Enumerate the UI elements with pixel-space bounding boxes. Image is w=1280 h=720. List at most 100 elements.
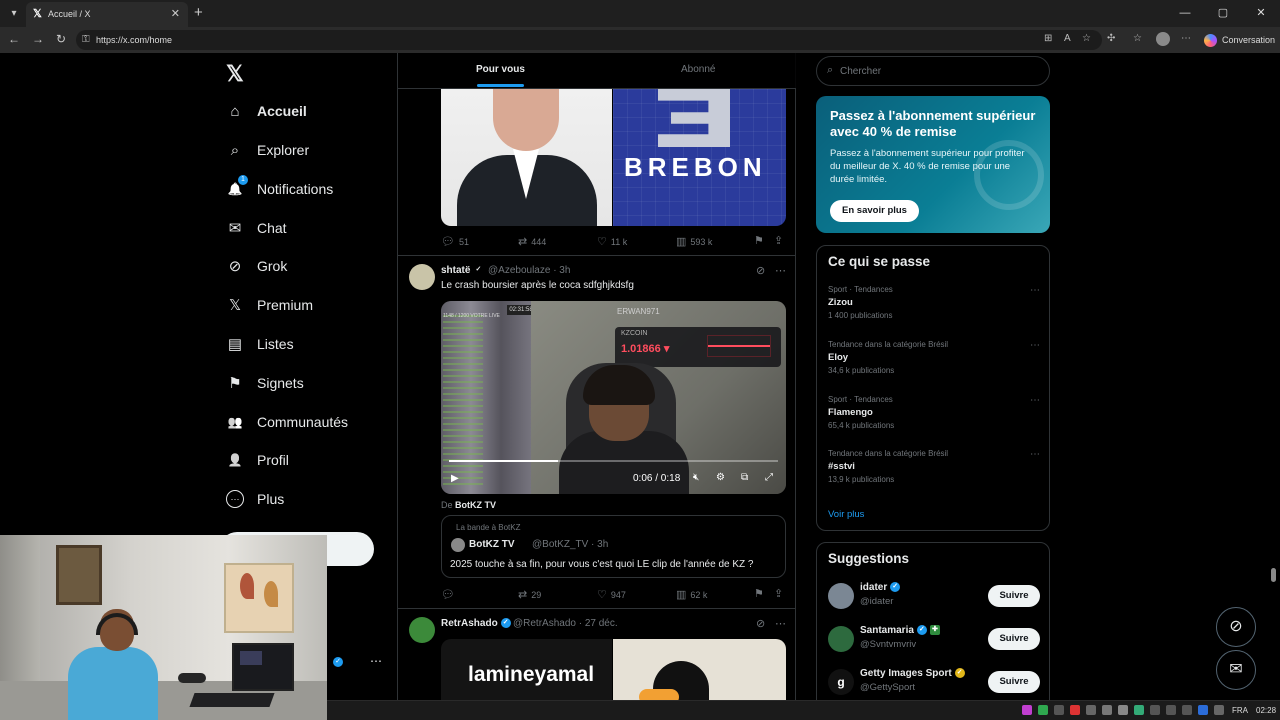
- favorite-star-icon[interactable]: ☆: [1082, 33, 1091, 44]
- grok-fab-icon[interactable]: ⊘: [1216, 607, 1256, 647]
- bookmark-icon[interactable]: ⚑: [754, 234, 764, 247]
- settings-icon[interactable]: ⚙: [716, 472, 725, 483]
- nav-item-profil[interactable]: 👤 Profil: [226, 445, 406, 475]
- nav-item-communautes[interactable]: 👥 Communautés: [226, 407, 406, 437]
- tab-abonne[interactable]: Abonné: [681, 64, 715, 75]
- follow-button[interactable]: Suivre: [988, 628, 1040, 650]
- browser-menu-icon[interactable]: ⋯: [1181, 33, 1191, 44]
- share-icon[interactable]: ⇪: [774, 587, 783, 600]
- trend-item[interactable]: Sport · Tendances Zizou 1 400 publications…: [828, 285, 1040, 320]
- maximize-button[interactable]: ▢: [1204, 0, 1242, 27]
- tab-pour-vous[interactable]: Pour vous: [476, 64, 525, 75]
- account-switcher[interactable]: ✓ ⋯: [330, 654, 390, 674]
- nav-item-accueil[interactable]: ⌂ Accueil: [226, 96, 406, 126]
- pip-icon[interactable]: ⧉: [741, 472, 748, 483]
- nav-item-plus[interactable]: ⋯ Plus: [226, 484, 406, 514]
- trend-item[interactable]: Tendance dans la catégorie Brésil Eloy 34,…: [828, 340, 1040, 375]
- app-icon[interactable]: ⊞: [1044, 33, 1052, 44]
- fullscreen-icon[interactable]: ⤢: [765, 472, 773, 483]
- profile-avatar[interactable]: [1156, 32, 1170, 46]
- post-image-cartoon[interactable]: [613, 639, 786, 700]
- reply-button[interactable]: 💬︎: [441, 588, 459, 601]
- grok-explain-icon[interactable]: ⊘: [756, 264, 765, 277]
- trend-item[interactable]: Sport · Tendances Flamengo 65,4 k publicat…: [828, 395, 1040, 430]
- tray-app-icon[interactable]: [1054, 705, 1064, 715]
- author-handle[interactable]: @Azeboulaze · 3h: [488, 265, 570, 276]
- video-progress-bar[interactable]: [449, 460, 778, 462]
- search-box[interactable]: ⌕ Chercher: [816, 56, 1050, 86]
- video-player[interactable]: 1148 / 1200 VOTRE LIVE 02:31:58 ERWAN971…: [441, 301, 786, 494]
- network-icon[interactable]: [1214, 705, 1224, 715]
- like-button[interactable]: ♡ 947: [597, 588, 626, 601]
- x-logo-icon[interactable]: 𝕏: [226, 61, 244, 87]
- nav-item-signets[interactable]: ⚑ Signets: [226, 368, 406, 398]
- reply-button[interactable]: 💬︎ 51: [441, 235, 469, 248]
- account-more-icon[interactable]: ⋯: [370, 654, 382, 668]
- repost-button[interactable]: ⇄ 29: [518, 588, 541, 601]
- follow-button[interactable]: Suivre: [988, 585, 1040, 607]
- tray-app-icon[interactable]: [1102, 705, 1112, 715]
- post-image-portrait[interactable]: [441, 89, 612, 226]
- nav-item-premium[interactable]: 𝕏 Premium: [226, 290, 406, 320]
- tray-app-icon[interactable]: [1182, 705, 1192, 715]
- tray-app-icon[interactable]: [1134, 705, 1144, 715]
- scrollbar-thumb[interactable]: [1271, 568, 1276, 582]
- read-aloud-icon[interactable]: A: [1064, 33, 1071, 44]
- tray-app-icon[interactable]: [1038, 705, 1048, 715]
- post-image-brand[interactable]: BREBON: [613, 89, 786, 226]
- quoted-post[interactable]: La bande à BotKZ BotKZ TV @BotKZ_TV · 3h…: [441, 515, 786, 578]
- mute-icon[interactable]: 🔇︎: [693, 472, 699, 483]
- url-field[interactable]: ⚿ https://x.com/home: [76, 30, 1102, 50]
- browser-tab[interactable]: 𝕏 Accueil / X ✕: [26, 2, 188, 27]
- author-handle[interactable]: @RetrAshado · 27 déc.: [513, 618, 618, 629]
- reload-icon[interactable]: ↻: [56, 32, 66, 46]
- suggestion-item[interactable]: idater ✓ @idater Suivre: [828, 581, 1040, 611]
- post-image-text[interactable]: lamineyamal: [441, 639, 612, 700]
- messages-fab-icon[interactable]: ✉: [1216, 650, 1256, 690]
- close-window-button[interactable]: ✕: [1242, 0, 1280, 27]
- author-name[interactable]: RetrAshado ✓: [441, 618, 511, 629]
- bluetooth-icon[interactable]: [1198, 705, 1208, 715]
- post-more-icon[interactable]: ⋯: [775, 617, 786, 630]
- trend-more-icon[interactable]: ⋯: [1030, 395, 1040, 406]
- views-button[interactable]: ▥ 62 k: [676, 588, 707, 601]
- trend-more-icon[interactable]: ⋯: [1030, 285, 1040, 296]
- avatar[interactable]: [409, 617, 435, 643]
- grok-explain-icon[interactable]: ⊘: [756, 617, 765, 630]
- author-name[interactable]: shtatë ✓: [441, 265, 483, 276]
- nav-item-explorer[interactable]: ⌕ Explorer: [226, 135, 406, 165]
- microphone-icon[interactable]: [1118, 705, 1128, 715]
- back-icon[interactable]: ←: [8, 32, 20, 46]
- nav-item-notifications[interactable]: 🔔 1 Notifications: [226, 174, 406, 204]
- extensions-icon[interactable]: ✣: [1107, 33, 1115, 44]
- nav-item-listes[interactable]: ▤ Listes: [226, 329, 406, 359]
- close-tab-icon[interactable]: ✕: [171, 7, 180, 20]
- see-more-link[interactable]: Voir plus: [828, 509, 864, 520]
- tray-app-icon[interactable]: [1166, 705, 1176, 715]
- source-attribution[interactable]: De BotKZ TV: [441, 500, 496, 510]
- copilot-conversation-button[interactable]: Conversation: [1200, 31, 1280, 49]
- site-info-icon[interactable]: ⚿: [82, 34, 90, 45]
- forward-icon[interactable]: →: [32, 32, 44, 46]
- page-scrollbar[interactable]: [1268, 53, 1280, 700]
- trend-more-icon[interactable]: ⋯: [1030, 340, 1040, 351]
- language-indicator[interactable]: FRA: [1232, 706, 1248, 715]
- post-more-icon[interactable]: ⋯: [775, 264, 786, 277]
- like-button[interactable]: ♡ 11 k: [597, 235, 627, 248]
- tray-app-icon[interactable]: [1070, 705, 1080, 715]
- tab-list-dropdown-icon[interactable]: ▾: [6, 6, 22, 22]
- minimize-button[interactable]: —: [1166, 0, 1204, 27]
- favorites-icon[interactable]: ☆: [1133, 33, 1142, 44]
- nav-item-grok[interactable]: ⊘ Grok: [226, 251, 406, 281]
- views-button[interactable]: ▥ 593 k: [676, 235, 712, 248]
- repost-button[interactable]: ⇄ 444: [518, 235, 546, 248]
- learn-more-button[interactable]: En savoir plus: [830, 200, 919, 222]
- tray-app-icon[interactable]: [1086, 705, 1096, 715]
- nav-item-chat[interactable]: ✉ Chat: [226, 213, 406, 243]
- trend-item[interactable]: Tendance dans la catégorie Brésil #sstvi 1…: [828, 449, 1040, 484]
- suggestion-item[interactable]: g Getty Images Sport ✓ @GettySport Suivre: [828, 667, 1040, 697]
- avatar[interactable]: [409, 264, 435, 290]
- play-icon[interactable]: ▶: [451, 473, 459, 484]
- tray-app-icon[interactable]: [1150, 705, 1160, 715]
- follow-button[interactable]: Suivre: [988, 671, 1040, 693]
